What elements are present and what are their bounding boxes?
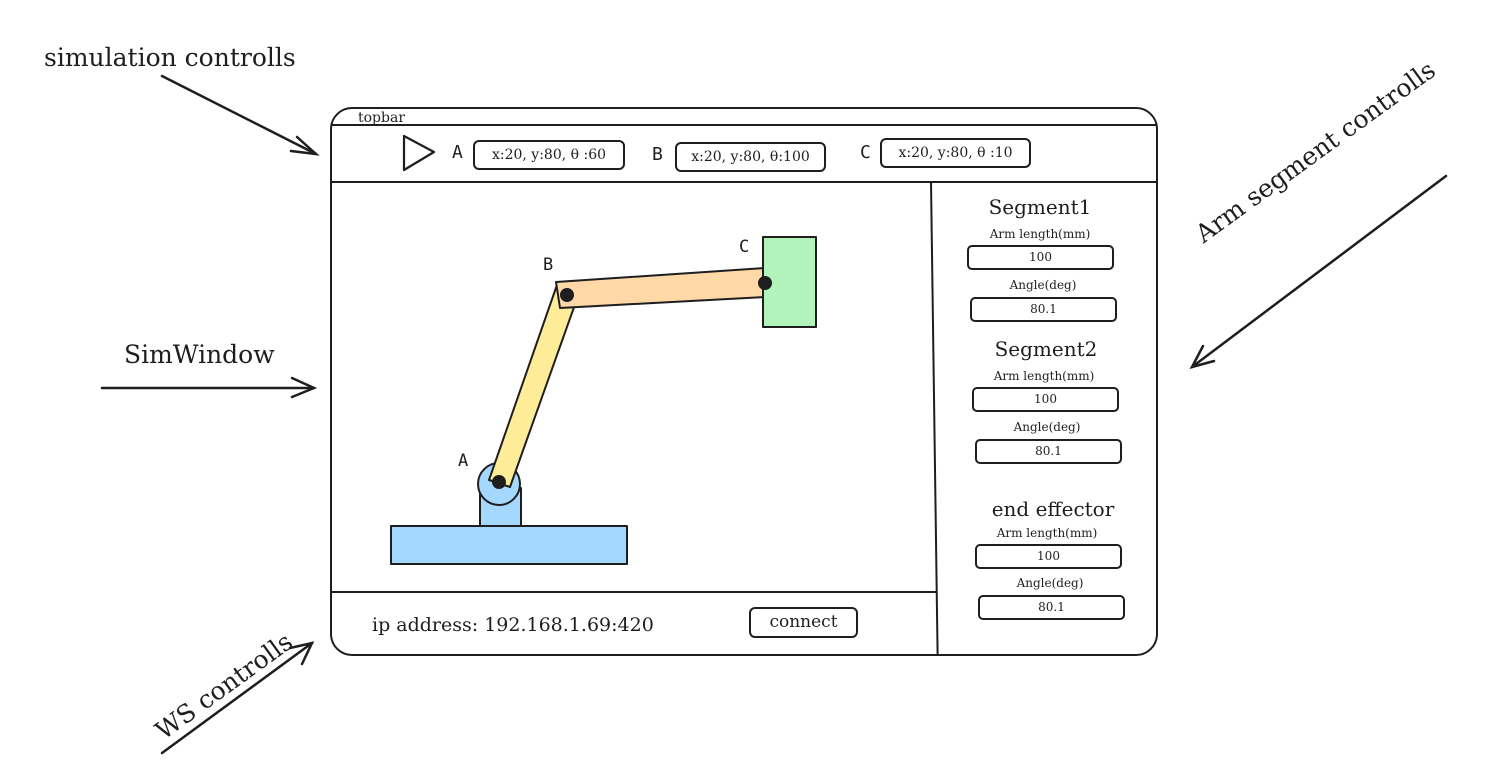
arm-segment-2 bbox=[555, 267, 766, 309]
canvas-label-c: C bbox=[739, 237, 750, 257]
joint-b-label: B bbox=[652, 144, 663, 165]
sim-canvas[interactable] bbox=[331, 183, 929, 591]
ip-address-text: ip address: 192.168.1.69:420 bbox=[372, 614, 654, 636]
connect-button[interactable]: connect bbox=[749, 607, 858, 638]
segment2-angle-input[interactable]: 80.1 bbox=[975, 439, 1122, 464]
joint-a-label: A bbox=[452, 142, 463, 163]
joint-c-label: C bbox=[860, 142, 871, 163]
end-effector-angle-input[interactable]: 80.1 bbox=[978, 595, 1125, 620]
annotation-simwindow: SimWindow bbox=[124, 340, 275, 369]
end-effector-title: end effector bbox=[991, 497, 1115, 521]
joint-b-dot bbox=[560, 288, 574, 302]
ws-bar-divider bbox=[331, 591, 937, 593]
canvas-label-a: A bbox=[458, 451, 469, 471]
segment1-length-input[interactable]: 100 bbox=[967, 245, 1114, 270]
end-effector-length-label: Arm length(mm) bbox=[996, 526, 1098, 540]
arm-base-plate bbox=[390, 525, 628, 565]
segment2-angle-label: Angle(deg) bbox=[1013, 420, 1081, 434]
joint-c-coords[interactable]: x:20, y:80, θ :10 bbox=[880, 138, 1031, 168]
joint-a-coords[interactable]: x:20, y:80, θ :60 bbox=[473, 140, 625, 170]
arrow-simulation-controls bbox=[160, 74, 318, 156]
annotation-simulation-controls: simulation controlls bbox=[44, 43, 296, 72]
segment1-length-label: Arm length(mm) bbox=[989, 227, 1091, 241]
segment1-angle-label: Angle(deg) bbox=[1009, 278, 1077, 292]
play-button[interactable] bbox=[400, 133, 440, 173]
topbar-title: topbar bbox=[358, 110, 406, 126]
joint-a-dot bbox=[492, 475, 506, 489]
joint-c-dot bbox=[758, 276, 772, 290]
end-effector-angle-label: Angle(deg) bbox=[1016, 576, 1084, 590]
segment2-title: Segment2 bbox=[994, 337, 1098, 361]
arm-segment-1 bbox=[488, 281, 579, 488]
joint-b-coords[interactable]: x:20, y:80, θ:100 bbox=[675, 142, 826, 172]
segment1-angle-input[interactable]: 80.1 bbox=[970, 297, 1117, 322]
arrowhead-simulation-controls bbox=[289, 135, 320, 156]
segment2-length-input[interactable]: 100 bbox=[972, 387, 1119, 412]
segment2-length-label: Arm length(mm) bbox=[993, 369, 1095, 383]
topbar-title-divider bbox=[331, 124, 1157, 126]
end-effector-length-input[interactable]: 100 bbox=[975, 544, 1122, 569]
play-icon bbox=[402, 134, 436, 172]
segment1-title: Segment1 bbox=[988, 195, 1092, 219]
canvas-label-b: B bbox=[543, 255, 554, 275]
